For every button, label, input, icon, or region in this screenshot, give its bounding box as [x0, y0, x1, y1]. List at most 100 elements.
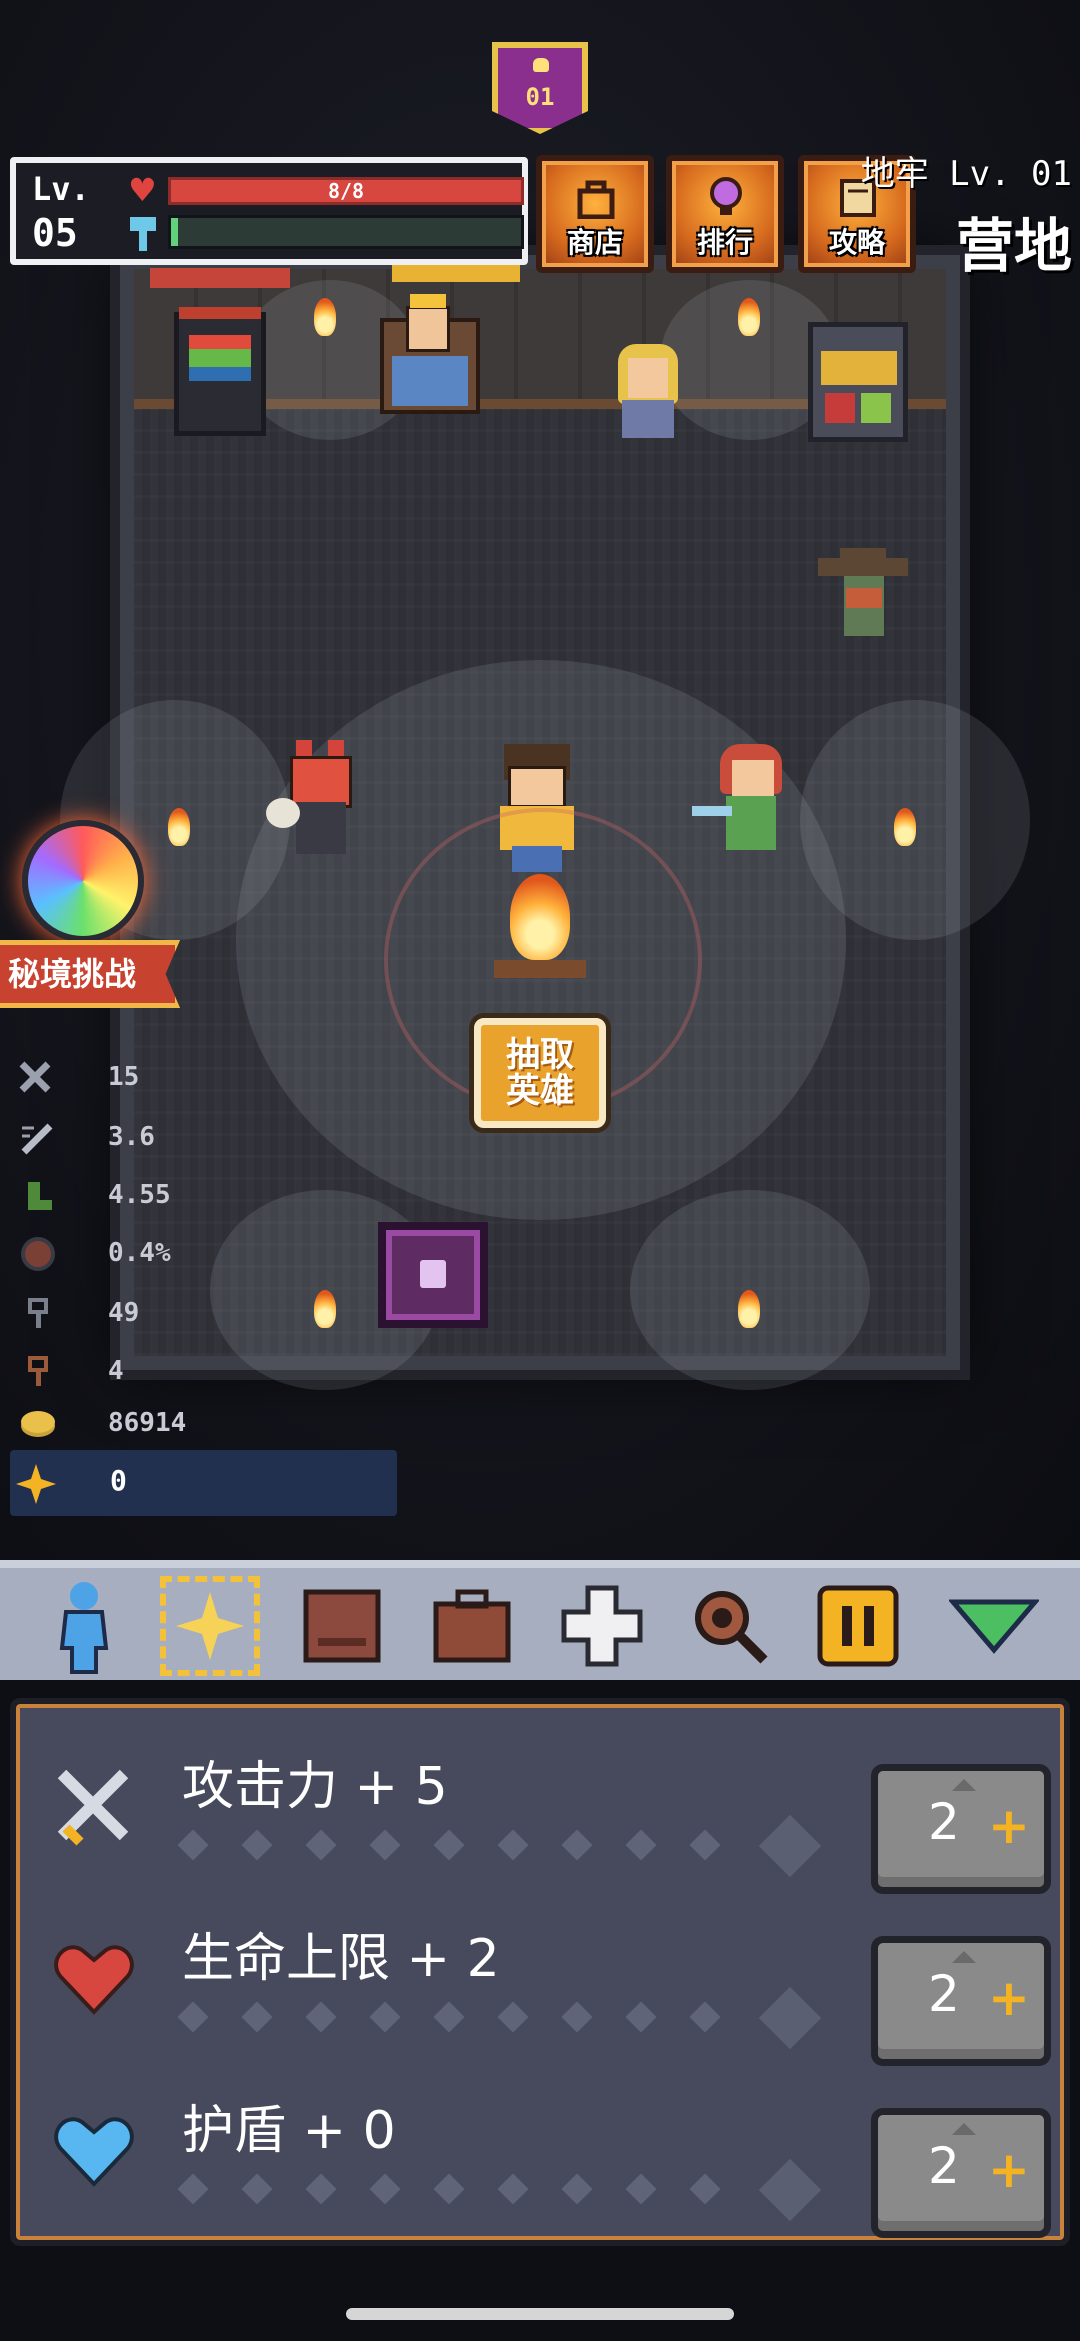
- stat-row: 3.6: [18, 1118, 378, 1158]
- bag-tool-button[interactable]: [422, 1576, 522, 1676]
- skull-icon: [533, 58, 549, 72]
- dungeon-badge[interactable]: 01: [492, 42, 588, 134]
- search-tool-button[interactable]: [680, 1576, 780, 1676]
- dungeon-badge-number: 01: [525, 83, 555, 111]
- upgrade-label: 护盾 + 0: [182, 2101, 396, 2161]
- redhair-hero[interactable]: [692, 744, 810, 860]
- stat-value: 0.4%: [108, 1238, 171, 1268]
- home-indicator[interactable]: [346, 2308, 734, 2320]
- upgrade-hp-button[interactable]: 2 +: [871, 1936, 1051, 2066]
- shop-sign: [150, 268, 290, 288]
- shop-button[interactable]: 商店: [536, 155, 654, 273]
- progress-pip: [433, 2001, 465, 2033]
- scarecrow-npc[interactable]: [818, 548, 908, 658]
- location-name: 营地: [955, 212, 1072, 280]
- torch-icon: [314, 298, 336, 336]
- upgrade-progress: [177, 1814, 862, 1878]
- sword-icon: [57, 1769, 129, 1846]
- stat-row: 4.55: [18, 1176, 378, 1216]
- upgrade-cost: 2: [928, 2137, 960, 2195]
- heart-icon: [54, 1945, 134, 2015]
- key-icon: [28, 1298, 48, 1328]
- upgrade-cost: 2: [928, 1793, 960, 1851]
- progress-pip: [689, 2001, 721, 2033]
- xp-bar: [168, 215, 524, 249]
- dungeon-title: 地牢 Lv. 01 营地: [861, 146, 1072, 283]
- up-arrow-icon: [952, 2123, 976, 2135]
- progress-pip: [241, 2001, 273, 2033]
- xp-bar-fill: [171, 218, 178, 246]
- stat-value: 3.6: [108, 1122, 155, 1152]
- game-viewport[interactable]: 抽取英雄 01 Lv. 05 ♥ 8/8 商店 排行 攻略 地牢 Lv. 01 …: [0, 0, 1080, 1560]
- up-arrow-icon: [952, 1951, 976, 1963]
- hp-bar: 8/8: [168, 177, 524, 205]
- progress-pip: [433, 1829, 465, 1861]
- hero-tool-button[interactable]: [34, 1576, 134, 1676]
- progress-pip: [689, 1829, 721, 1861]
- book-icon: [303, 1589, 381, 1663]
- draw-hero-button[interactable]: 抽取英雄: [474, 1018, 606, 1128]
- pause-tool-button[interactable]: [808, 1576, 908, 1676]
- key-copper-icon: [28, 1356, 48, 1386]
- sparkle-icon: [176, 1592, 244, 1660]
- sword-speed-icon: [21, 1123, 53, 1155]
- progress-pip: [177, 2173, 209, 2205]
- upgrade-label: 生命上限 + 2: [182, 1929, 500, 1989]
- progress-milestone: [758, 2158, 822, 2222]
- blonde-npc[interactable]: [608, 344, 688, 440]
- progress-pip: [433, 2173, 465, 2205]
- rainbow-orb-icon[interactable]: [22, 820, 144, 942]
- stat-row: 15: [18, 1058, 378, 1098]
- arcade-machine[interactable]: [174, 307, 266, 436]
- torch-icon: [168, 808, 190, 846]
- progress-pip: [625, 1829, 657, 1861]
- progress-pip: [177, 1829, 209, 1861]
- gold-coin-icon: [21, 1411, 55, 1437]
- blue-heart-icon: [54, 2117, 134, 2187]
- boot-icon: [28, 1182, 52, 1210]
- bag-icon: [577, 180, 615, 219]
- draw-hero-label: 抽取英雄: [506, 1035, 574, 1111]
- torch-icon: [738, 298, 760, 336]
- progress-pip: [497, 1829, 529, 1861]
- treasure-shelf[interactable]: [808, 322, 908, 442]
- stat-value: 4: [108, 1356, 124, 1386]
- book-tool-button[interactable]: [292, 1576, 392, 1676]
- stat-value: 86914: [108, 1408, 187, 1438]
- stat-value: 49: [108, 1298, 140, 1328]
- fox-hero[interactable]: [266, 740, 372, 858]
- progress-milestone: [758, 1814, 822, 1878]
- trophy-icon: [710, 177, 742, 215]
- progress-pip: [241, 2173, 273, 2205]
- dungeon-level: 地牢 Lv. 01: [860, 154, 1072, 194]
- progress-pip: [305, 1829, 337, 1861]
- locked-chest[interactable]: [378, 1222, 488, 1328]
- health-tool-button[interactable]: [552, 1576, 652, 1676]
- upgrade-shield-button[interactable]: 2 +: [871, 2108, 1051, 2238]
- progress-pip: [177, 2001, 209, 2033]
- ranking-button[interactable]: 排行: [666, 155, 784, 273]
- progress-pip: [689, 2173, 721, 2205]
- stat-row: 49: [18, 1294, 378, 1334]
- plus-icon: +: [988, 1969, 1030, 2027]
- collapse-tool-button[interactable]: [944, 1576, 1044, 1676]
- secret-challenge-label: 秘境挑战: [8, 955, 137, 993]
- upgrade-label: 攻击力 + 5: [182, 1757, 448, 1817]
- level-value: 05: [32, 211, 78, 255]
- secret-challenge-button[interactable]: 秘境挑战: [0, 940, 180, 1008]
- talent-tool-button[interactable]: [160, 1576, 260, 1676]
- star-currency-value: 0: [110, 1464, 127, 1497]
- king-merchant-npc[interactable]: [372, 262, 520, 440]
- progress-pip: [561, 1829, 593, 1861]
- level-label: Lv.: [32, 170, 90, 208]
- upgrade-attack-button[interactable]: 2 +: [871, 1764, 1051, 1894]
- cross-icon: [561, 1585, 643, 1667]
- progress-pip: [561, 2001, 593, 2033]
- upgrade-row-shield: 护盾 + 0 2 +: [16, 2068, 1076, 2238]
- progress-milestone: [758, 1986, 822, 2050]
- pause-icon: [817, 1585, 899, 1667]
- progress-pip: [241, 1829, 273, 1861]
- crit-shield-icon: [21, 1237, 55, 1271]
- magnifier-icon: [695, 1591, 768, 1664]
- upgrade-row-hp: 生命上限 + 2 2 +: [16, 1896, 1076, 2066]
